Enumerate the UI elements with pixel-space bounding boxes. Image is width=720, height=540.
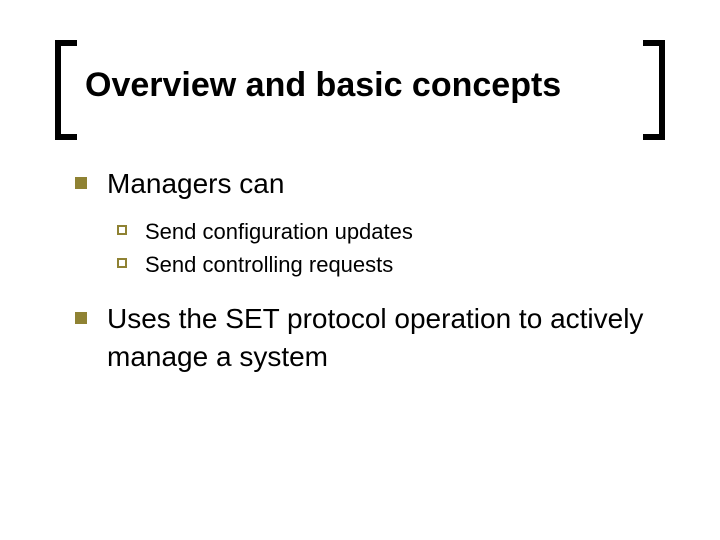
slide-title: Overview and basic concepts bbox=[85, 65, 635, 106]
bracket-right-icon bbox=[643, 40, 665, 140]
bullet-text: Managers can bbox=[107, 165, 284, 203]
bracket-left-icon bbox=[55, 40, 77, 140]
hollow-square-bullet-icon bbox=[117, 225, 127, 235]
slide: Overview and basic concepts Managers can… bbox=[0, 0, 720, 540]
square-bullet-icon bbox=[75, 312, 87, 324]
bullet-level2: Send controlling requests bbox=[117, 250, 655, 280]
title-frame: Overview and basic concepts bbox=[55, 40, 665, 140]
bullet-level1: Managers can bbox=[75, 165, 655, 203]
bullet-text: Uses the SET protocol operation to activ… bbox=[107, 300, 655, 376]
square-bullet-icon bbox=[75, 177, 87, 189]
bullet-level1: Uses the SET protocol operation to activ… bbox=[75, 300, 655, 376]
bullet-level2: Send configuration updates bbox=[117, 217, 655, 247]
slide-body: Managers can Send configuration updates … bbox=[75, 165, 655, 390]
bullet-text: Send configuration updates bbox=[145, 217, 413, 247]
hollow-square-bullet-icon bbox=[117, 258, 127, 268]
bullet-text: Send controlling requests bbox=[145, 250, 393, 280]
sub-bullet-group: Send configuration updates Send controll… bbox=[117, 217, 655, 280]
